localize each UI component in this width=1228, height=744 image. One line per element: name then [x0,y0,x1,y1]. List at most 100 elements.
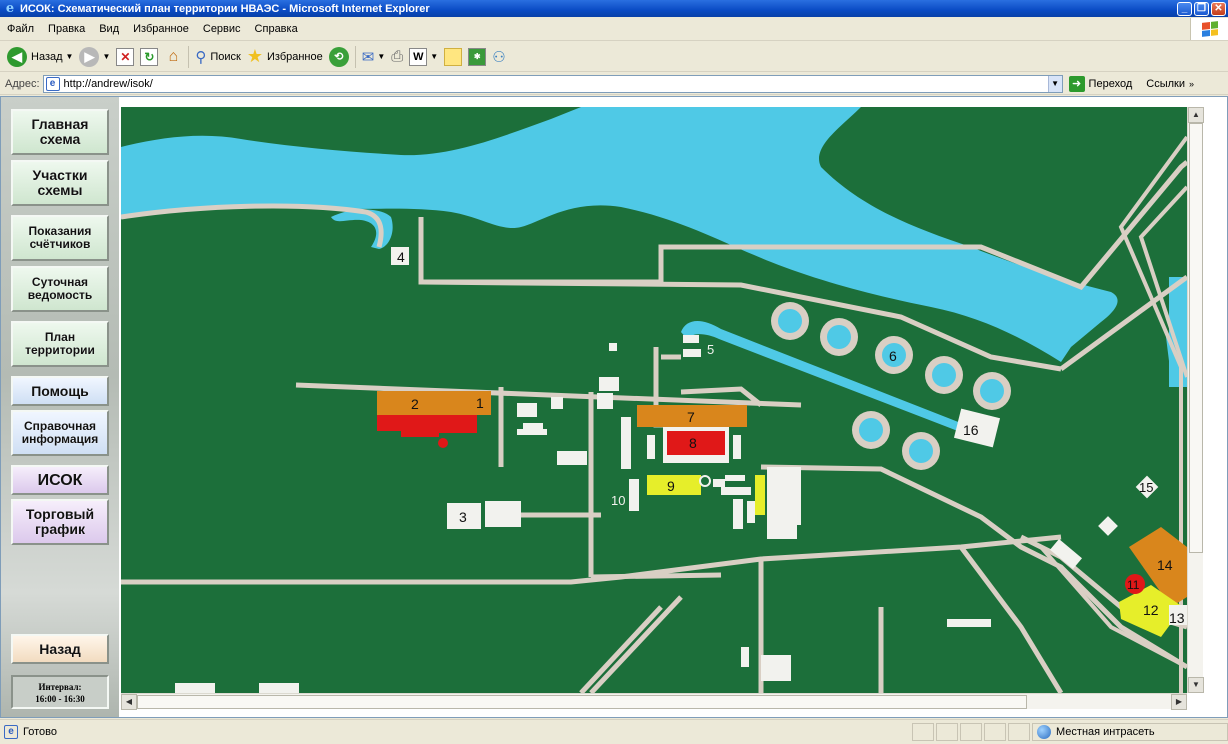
search-button[interactable]: ⚲ Поиск [192,45,243,69]
nav-help[interactable]: Помощь [11,376,109,406]
go-arrow-icon: ➜ [1068,75,1085,92]
map-label-9[interactable]: 9 [667,478,675,494]
nav-meter-readings[interactable]: Показания счётчиков [11,215,109,261]
page-content: Главная схема Участки схемы Показания сч… [0,96,1228,718]
map-label-2[interactable]: 2 [411,396,419,412]
menu-view[interactable]: Вид [92,23,126,35]
status-cell [1008,723,1030,741]
map-label-13[interactable]: 13 [1169,610,1185,626]
nav-isok[interactable]: ИСОК [11,465,109,495]
menu-favorites[interactable]: Избранное [126,23,196,35]
scroll-down-icon[interactable]: ▼ [1188,677,1204,693]
interval-panel: Интервал: 16:00 - 16:30 [11,675,109,709]
map-label-3[interactable]: 3 [459,509,467,525]
star-icon: ★ [246,46,263,66]
ie-logo-icon: e [5,0,15,16]
horizontal-scroll-thumb[interactable] [137,695,1027,709]
word-icon: W [409,47,428,66]
nav-trading-schedule[interactable]: Торговый график [11,499,109,545]
restore-button[interactable]: ❐ [1194,1,1209,16]
stop-icon: ✕ [116,47,135,66]
horizontal-scrollbar[interactable]: ◀ ▶ [121,693,1187,710]
map-label-15[interactable]: 15 [1139,480,1153,495]
map-label-16[interactable]: 16 [963,422,979,438]
page-status-icon: e [4,725,18,739]
links-label: Ссылки [1146,77,1185,90]
home-button[interactable]: ⌂ [161,45,185,69]
address-bar: Адрес: e http://andrew/isok/ ▼ ➜ Переход… [0,73,1228,95]
menu-tools[interactable]: Сервис [196,23,248,35]
print-button[interactable]: ⎙ [388,45,406,69]
map-label-6[interactable]: 6 [889,348,897,364]
messenger-icon: ⚇ [492,48,506,66]
forward-dropdown-icon[interactable]: ▼ [102,52,110,61]
nav-scheme-sections[interactable]: Участки схемы [11,160,109,206]
interval-value: 16:00 - 16:30 [35,694,85,704]
scroll-right-icon[interactable]: ▶ [1171,694,1187,710]
back-button[interactable]: ◀ Назад ▼ [4,45,76,69]
links-button[interactable]: Ссылки » [1146,78,1194,90]
back-label: Назад [31,50,63,63]
refresh-button[interactable]: ↻ [137,45,161,69]
edit-dropdown-icon[interactable]: ▼ [430,52,438,61]
map-label-5[interactable]: 5 [707,342,714,357]
stop-button[interactable]: ✕ [113,45,137,69]
map-label-11[interactable]: 11 [1127,578,1140,592]
status-cell [912,723,934,741]
page-icon: e [45,76,60,91]
vertical-scroll-thumb[interactable] [1189,123,1203,553]
note-icon [444,47,463,66]
search-icon: ⚲ [195,48,207,66]
back-arrow-icon: ◀ [7,46,27,67]
go-button[interactable]: ➜ Переход [1068,75,1132,92]
nav-reference-info[interactable]: Справочная информация [11,410,109,456]
nav-back[interactable]: Назад [11,634,109,664]
scroll-left-icon[interactable]: ◀ [121,694,137,710]
scroll-up-icon[interactable]: ▲ [1188,107,1204,123]
menu-help[interactable]: Справка [248,23,305,35]
site-plan-svg: 1 2 3 4 5 6 7 8 9 10 11 12 13 14 15 16 [121,107,1187,693]
nav-main-scheme[interactable]: Главная схема [11,109,109,155]
map-label-4[interactable]: 4 [397,249,405,265]
history-button[interactable]: ⟲ [326,45,352,69]
map-label-1[interactable]: 1 [476,395,484,411]
mail-dropdown-icon[interactable]: ▼ [377,52,385,61]
refresh-icon: ↻ [140,47,159,66]
red-marker [438,438,448,448]
address-url[interactable]: http://andrew/isok/ [64,78,1048,90]
back-dropdown-icon[interactable]: ▼ [66,52,74,61]
menu-edit[interactable]: Правка [41,23,92,35]
favorites-label: Избранное [267,50,323,63]
mail-button[interactable]: ✉ ▼ [359,45,389,69]
favorites-button[interactable]: ★ Избранное [244,45,326,69]
mail-icon: ✉ [361,48,375,66]
map-label-10[interactable]: 10 [611,493,625,508]
nav-territory-plan[interactable]: План территории [11,321,109,367]
print-icon: ⎙ [391,48,404,65]
menu-bar: Файл Правка Вид Избранное Сервис Справка [0,17,1228,41]
nav-daily-report[interactable]: Суточная ведомость [11,266,109,312]
forward-button[interactable]: ▶ ▼ [76,45,113,69]
zone-label: Местная интрасеть [1056,726,1155,738]
close-button[interactable]: ✕ [1211,1,1226,16]
messenger-button[interactable]: ⚇ [489,45,508,69]
vertical-scrollbar[interactable]: ▲ ▼ [1187,107,1204,693]
minimize-button[interactable]: _ [1177,1,1192,16]
building-2 [377,391,491,415]
windows-logo-icon [1190,17,1228,40]
map-label-8[interactable]: 8 [689,435,697,451]
edit-button[interactable]: W ▼ [406,45,441,69]
address-input[interactable]: e http://andrew/isok/ ▼ [42,74,1063,93]
map-label-14[interactable]: 14 [1157,557,1173,573]
addon-button[interactable]: ✱ [465,45,489,69]
window-titlebar: e ИСОК: Схематический план территории НВ… [0,0,1228,17]
home-icon: ⌂ [168,47,179,65]
menu-file[interactable]: Файл [0,23,41,35]
map-label-7[interactable]: 7 [687,409,695,425]
notes-button[interactable] [441,45,465,69]
building-1-annex [457,415,477,433]
map-label-12[interactable]: 12 [1143,602,1159,618]
building-10 [629,479,639,511]
address-dropdown-icon[interactable]: ▼ [1047,75,1062,92]
status-cell [936,723,958,741]
